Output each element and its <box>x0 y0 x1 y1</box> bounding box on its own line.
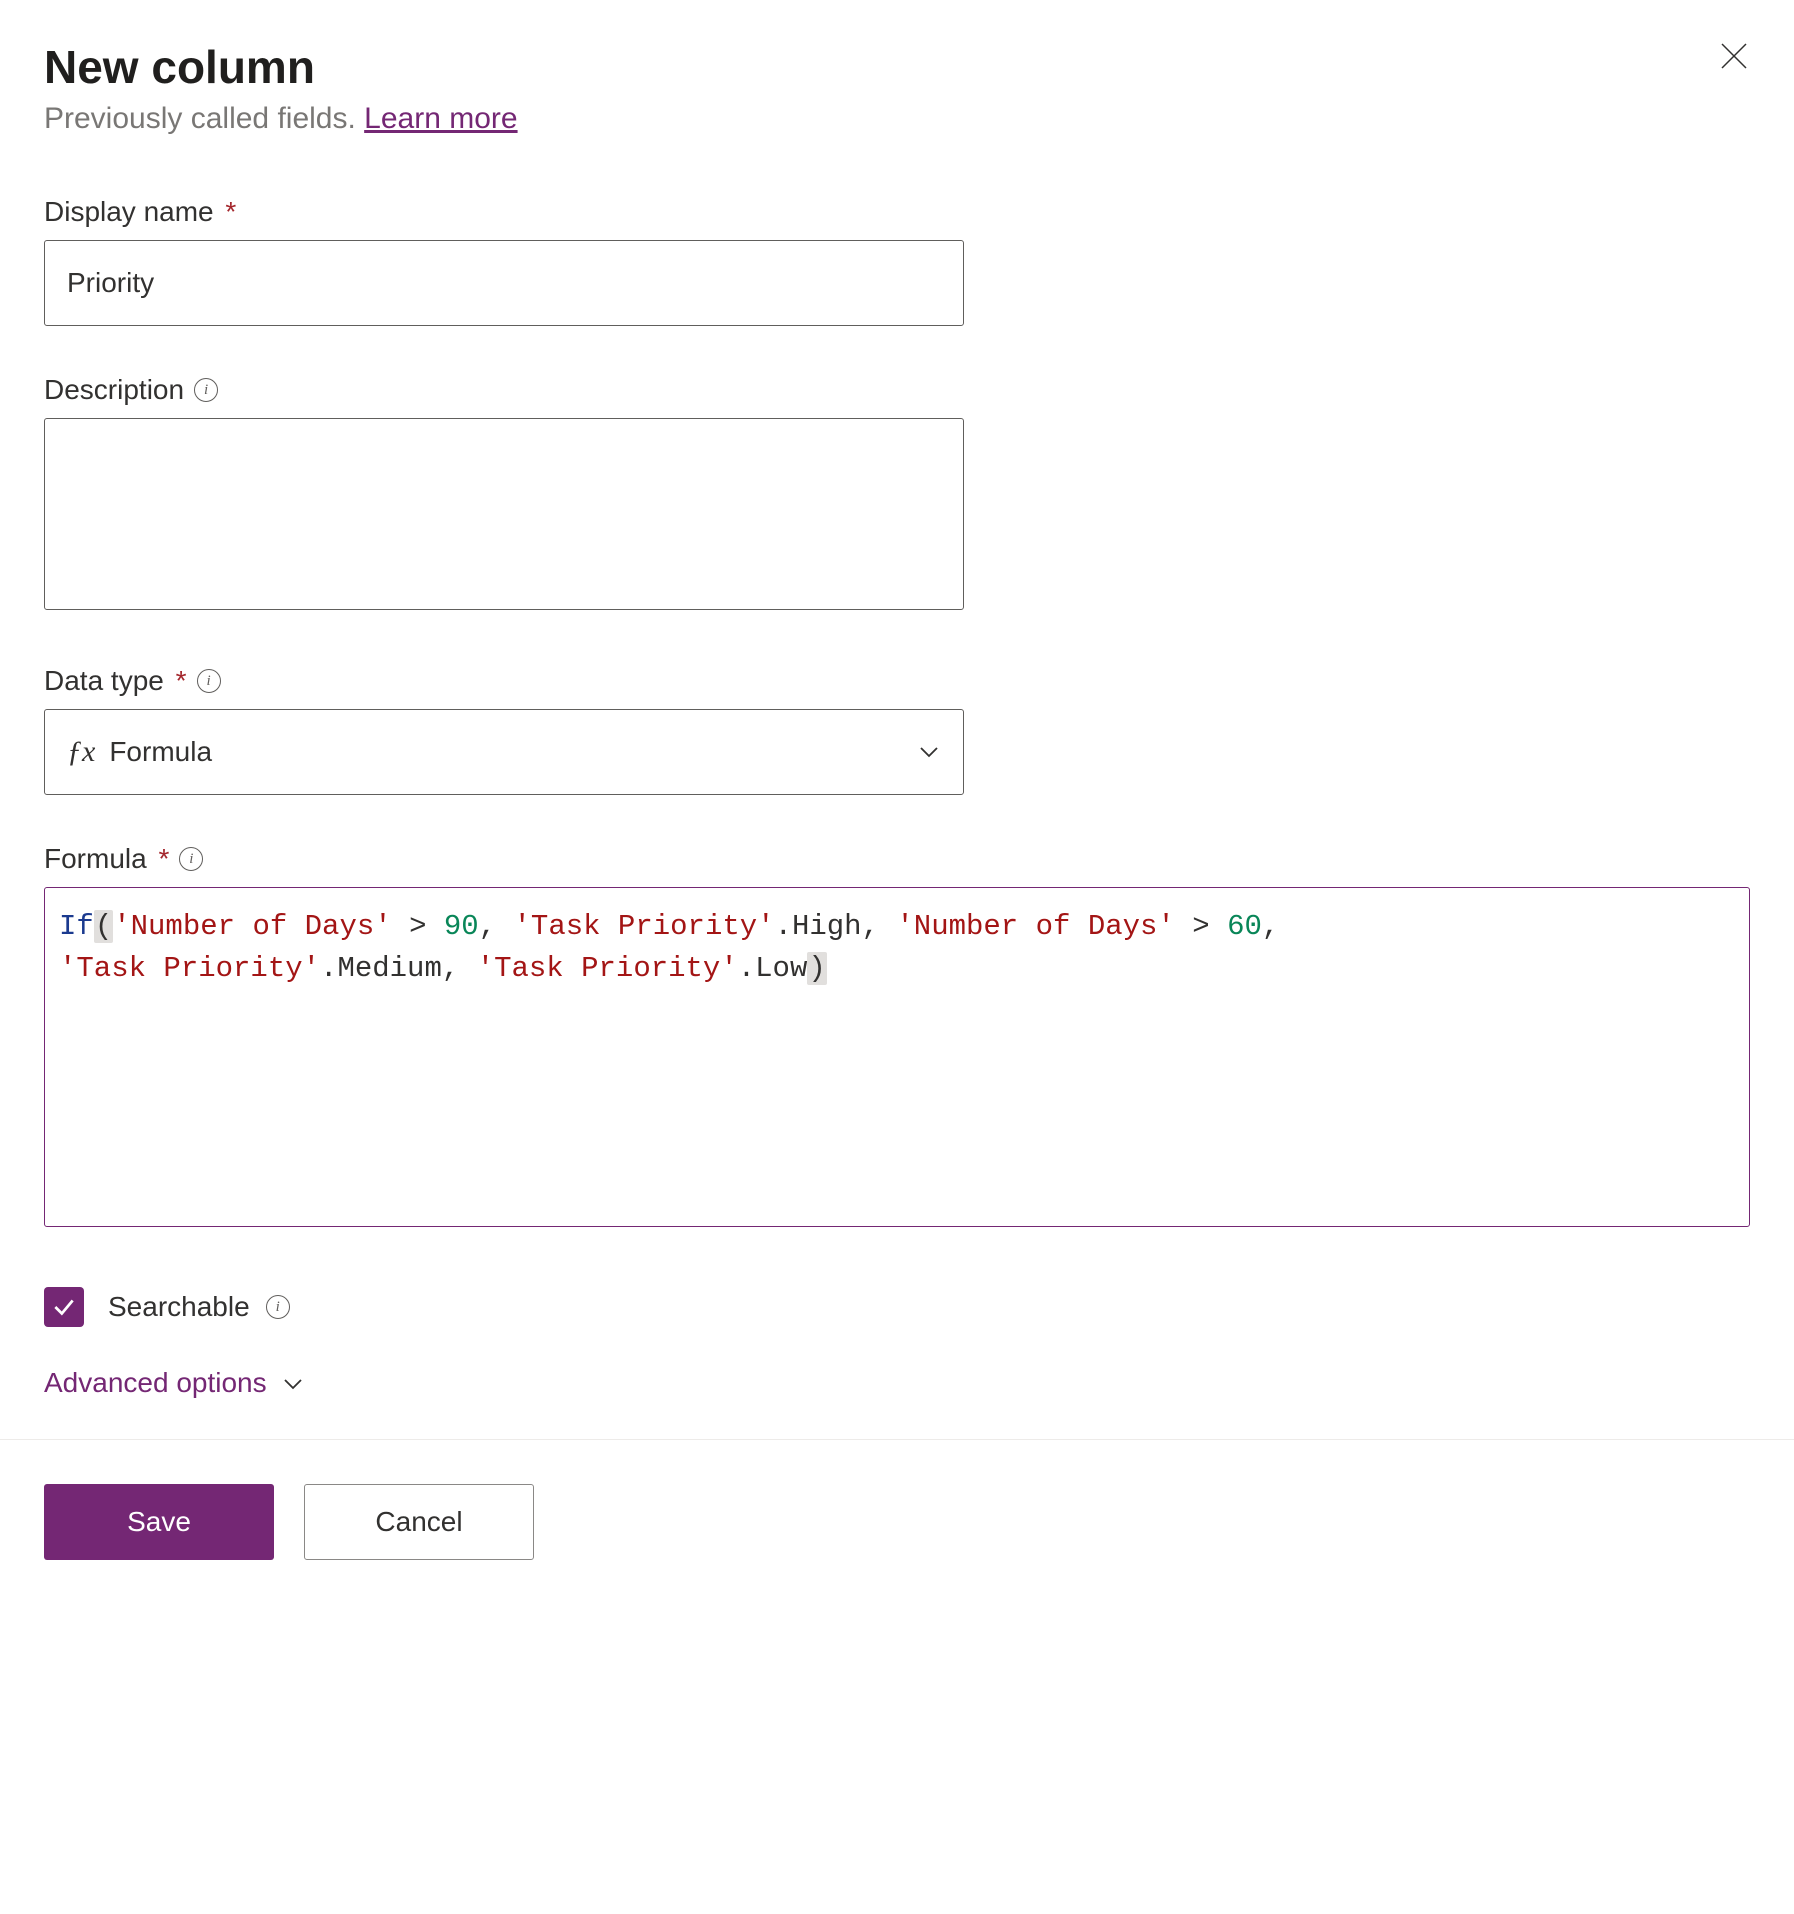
required-indicator: * <box>151 843 170 874</box>
info-icon[interactable]: i <box>197 669 221 693</box>
display-name-input[interactable] <box>44 240 964 326</box>
info-icon[interactable]: i <box>266 1295 290 1319</box>
cancel-button[interactable]: Cancel <box>304 1484 534 1560</box>
checkmark-icon <box>51 1294 77 1320</box>
chevron-down-icon <box>917 740 941 764</box>
panel-subtitle: Previously called fields. Learn more <box>44 102 1750 136</box>
searchable-label: Searchable i <box>108 1291 290 1323</box>
formula-editor[interactable]: If('Number of Days' > 90, 'Task Priority… <box>44 887 1750 1227</box>
formula-fx-icon: ƒx <box>67 735 95 769</box>
panel-title: New column <box>44 40 315 94</box>
searchable-checkbox[interactable] <box>44 1287 84 1327</box>
divider <box>0 1439 1794 1440</box>
info-icon[interactable]: i <box>179 847 203 871</box>
required-indicator: * <box>218 196 237 227</box>
info-icon[interactable]: i <box>194 378 218 402</box>
chevron-down-icon <box>281 1371 305 1395</box>
data-type-label: Data type * i <box>44 665 1750 697</box>
display-name-label: Display name * <box>44 196 1750 228</box>
data-type-value: Formula <box>109 736 212 768</box>
description-label: Description i <box>44 374 1750 406</box>
formula-label: Formula * i <box>44 843 1750 875</box>
subtitle-text: Previously called fields. <box>44 102 364 135</box>
advanced-options-toggle[interactable]: Advanced options <box>44 1367 305 1399</box>
learn-more-link[interactable]: Learn more <box>364 102 517 135</box>
description-input[interactable] <box>44 418 964 610</box>
close-icon[interactable] <box>1718 40 1750 78</box>
save-button[interactable]: Save <box>44 1484 274 1560</box>
required-indicator: * <box>168 665 187 696</box>
data-type-select[interactable]: ƒx Formula <box>44 709 964 795</box>
